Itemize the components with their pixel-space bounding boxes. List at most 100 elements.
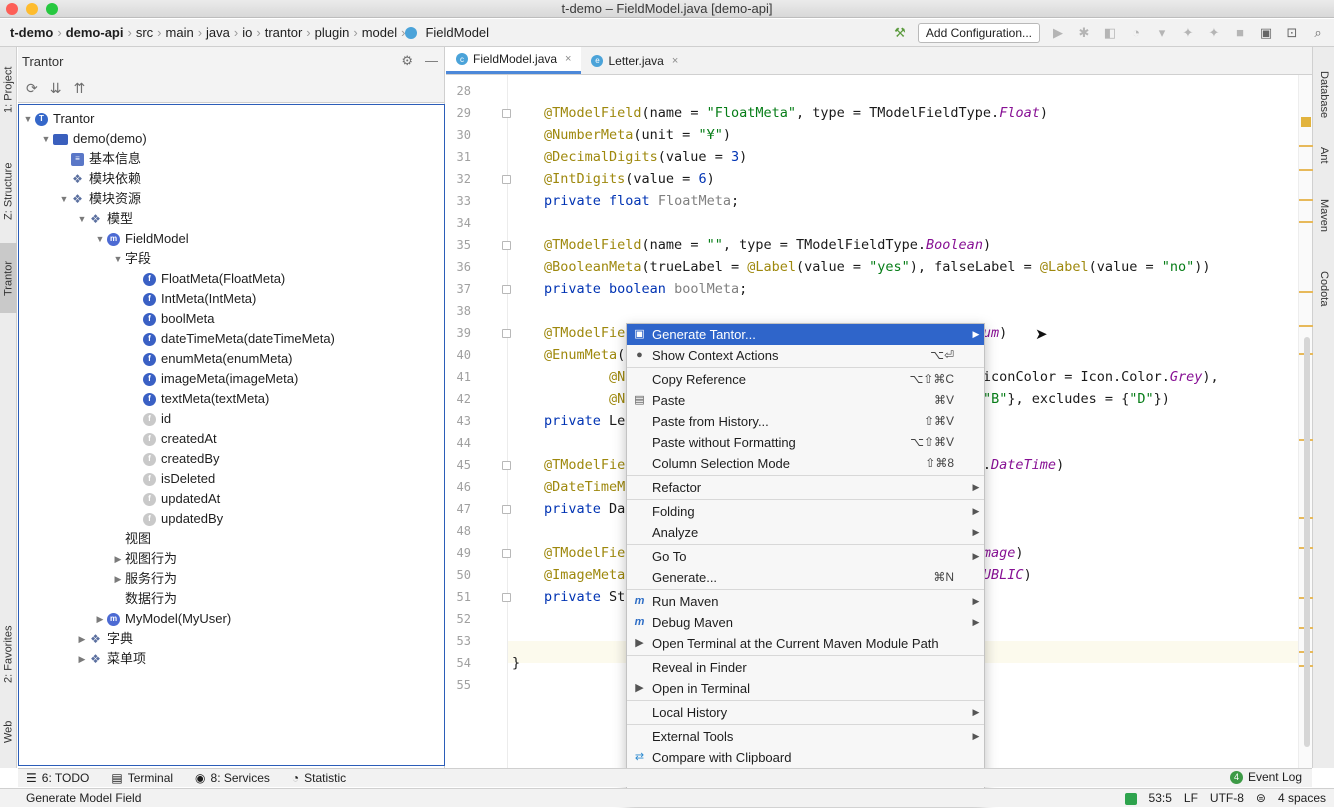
menu-item[interactable]: ▣ Generate Tantor... ▶ [627, 324, 984, 345]
tree-node[interactable]: ❖ 模块依赖 [57, 169, 141, 189]
menu-item[interactable]: Paste without Formatting ⌥⇧⌘V [627, 432, 984, 453]
menu-item[interactable]: Copy Reference ⌥⇧⌘C [627, 369, 984, 390]
menu-item[interactable]: Analyze ▶ [627, 522, 984, 543]
gear-icon[interactable]: ⚙ [401, 53, 413, 69]
tree-node[interactable]: f updatedBy [129, 509, 223, 529]
breadcrumb-item[interactable]: plugin [311, 25, 354, 40]
stop-icon[interactable]: ■ [1232, 25, 1248, 41]
tree-expand-icon[interactable]: ▼ [21, 109, 35, 129]
tree-node[interactable]: 数据行为 [111, 589, 177, 609]
zoom-window-button[interactable] [46, 3, 58, 15]
inspection-status-icon[interactable] [1301, 117, 1311, 127]
tree-node[interactable]: f isDeleted [129, 469, 215, 489]
tree-node[interactable]: f textMeta(textMeta) [129, 389, 269, 409]
tab-ant[interactable]: Ant [1315, 147, 1333, 164]
file-encoding[interactable]: UTF-8 [1210, 789, 1244, 808]
tree-node[interactable]: ▼ ❖ 模块资源 [57, 189, 141, 209]
tab-project[interactable]: 1: Project [0, 55, 17, 125]
breadcrumb-item[interactable]: main [162, 25, 198, 40]
tree-expand-icon[interactable]: ▼ [75, 209, 89, 229]
project-structure-icon[interactable]: ▣ [1258, 25, 1274, 41]
tree-node[interactable]: f createdBy [129, 449, 220, 469]
tree-expand-icon[interactable]: ▼ [57, 189, 71, 209]
breadcrumb-item[interactable]: model [358, 25, 401, 40]
tree-node[interactable]: f imageMeta(imageMeta) [129, 369, 298, 389]
menu-item[interactable]: m Debug Maven ▶ [627, 612, 984, 633]
menu-item[interactable]: ▤ Paste ⌘V [627, 390, 984, 411]
tree-node[interactable]: ▼ 字段 [111, 249, 151, 269]
menu-item[interactable]: Folding ▶ [627, 501, 984, 522]
tree-expand-icon[interactable]: ▶ [111, 549, 125, 569]
add-configuration-button[interactable]: Add Configuration... [917, 23, 1040, 43]
menu-item[interactable]: External Tools ▶ [627, 726, 984, 747]
tree-node[interactable]: ▶ ❖ 菜单项 [75, 649, 146, 669]
menu-item[interactable]: Generate... ⌘N [627, 567, 984, 588]
tab-services[interactable]: ◉ 8: Services [195, 771, 270, 785]
tree-node[interactable]: f updatedAt [129, 489, 220, 509]
editor-tab[interactable]: c FieldModel.java × [446, 47, 582, 74]
menu-item[interactable]: ▶ Open in Terminal [627, 678, 984, 699]
refresh-icon[interactable]: ⟳ [26, 80, 38, 97]
lock-icon[interactable]: ⊜ [1256, 789, 1266, 808]
breadcrumb-item[interactable]: FieldModel [421, 25, 493, 40]
breadcrumb-item[interactable]: java [202, 25, 234, 40]
editor-tab[interactable]: e Letter.java × [581, 47, 688, 74]
run-icon[interactable]: ▶ [1050, 25, 1066, 41]
tab-database[interactable]: Database [1315, 71, 1333, 118]
tab-favorites[interactable]: 2: Favorites [0, 609, 17, 699]
tree-node[interactable]: f FloatMeta(FloatMeta) [129, 269, 285, 289]
editor-scrollbar-thumb[interactable] [1304, 337, 1310, 747]
event-log-button[interactable]: 4 Event Log [1229, 770, 1302, 784]
build-hammer-icon[interactable]: ⚒ [892, 25, 908, 41]
tree-expand-icon[interactable]: ▶ [75, 649, 89, 669]
profile-icon[interactable]: ◔ [1128, 25, 1144, 41]
breadcrumb-item[interactable]: trantor [261, 25, 307, 40]
expand-all-icon[interactable]: ⇊ [50, 80, 62, 97]
coverage-icon[interactable]: ◧ [1102, 25, 1118, 41]
menu-item[interactable]: Column Selection Mode ⇧⌘8 [627, 453, 984, 474]
close-tab-icon[interactable]: × [565, 53, 571, 65]
breadcrumb-item[interactable]: src [132, 25, 157, 40]
caret-position[interactable]: 53:5 [1149, 789, 1172, 808]
tree-node[interactable]: ▼ demo(demo) [39, 129, 147, 149]
tree-node[interactable]: f boolMeta [129, 309, 214, 329]
tree-expand-icon[interactable]: ▼ [39, 129, 53, 149]
breadcrumb-item[interactable]: io [238, 25, 256, 40]
tree-node[interactable]: ▶ 服务行为 [111, 569, 177, 589]
tab-trantor[interactable]: Trantor [0, 243, 17, 313]
tree-node[interactable]: ▼ m FieldModel [93, 229, 189, 249]
menu-item[interactable]: Paste from History... ⇧⌘V [627, 411, 984, 432]
hide-panel-icon[interactable]: — [425, 53, 438, 69]
minimize-window-button[interactable] [26, 3, 38, 15]
tree-node[interactable]: f enumMeta(enumMeta) [129, 349, 293, 369]
tree-node[interactable]: f id [129, 409, 171, 429]
menu-item[interactable]: Go To ▶ [627, 546, 984, 567]
menu-item[interactable]: m Run Maven ▶ [627, 591, 984, 612]
tree-expand-icon[interactable]: ▶ [93, 609, 107, 629]
tab-maven[interactable]: Maven [1315, 199, 1333, 232]
presentation-icon[interactable]: ⊡ [1284, 25, 1300, 41]
debug-icon[interactable]: ✱ [1076, 25, 1092, 41]
menu-item[interactable]: Refactor ▶ [627, 477, 984, 498]
tree-node[interactable]: ≡ 基本信息 [57, 149, 141, 169]
menu-item[interactable]: Reveal in Finder [627, 657, 984, 678]
tab-todo[interactable]: ☰ 6: TODO [26, 771, 89, 785]
tab-structure[interactable]: Z: Structure [0, 145, 17, 237]
close-window-button[interactable] [6, 3, 18, 15]
build-icon[interactable]: ✦ [1206, 25, 1222, 41]
tree-expand-icon[interactable]: ▶ [111, 569, 125, 589]
menu-item[interactable]: ⇄ Compare with Clipboard [627, 747, 984, 768]
tree-node[interactable]: f IntMeta(IntMeta) [129, 289, 256, 309]
tree-node[interactable]: ▼ ❖ 模型 [75, 209, 133, 229]
tab-statistic[interactable]: ◔ Statistic [292, 771, 346, 785]
tree-node[interactable]: ▶ ❖ 字典 [75, 629, 133, 649]
menu-item[interactable]: Local History ▶ [627, 702, 984, 723]
tree-node[interactable]: f dateTimeMeta(dateTimeMeta) [129, 329, 335, 349]
menu-item[interactable]: ▶ Open Terminal at the Current Maven Modu… [627, 633, 984, 654]
profile-dropdown-icon[interactable]: ▾ [1154, 25, 1170, 41]
indent-setting[interactable]: 4 spaces [1278, 789, 1326, 808]
tab-codota[interactable]: Codota [1315, 271, 1333, 306]
breadcrumb-item[interactable]: t-demo [6, 25, 57, 40]
attach-icon[interactable]: ✦ [1180, 25, 1196, 41]
close-tab-icon[interactable]: × [672, 55, 678, 67]
